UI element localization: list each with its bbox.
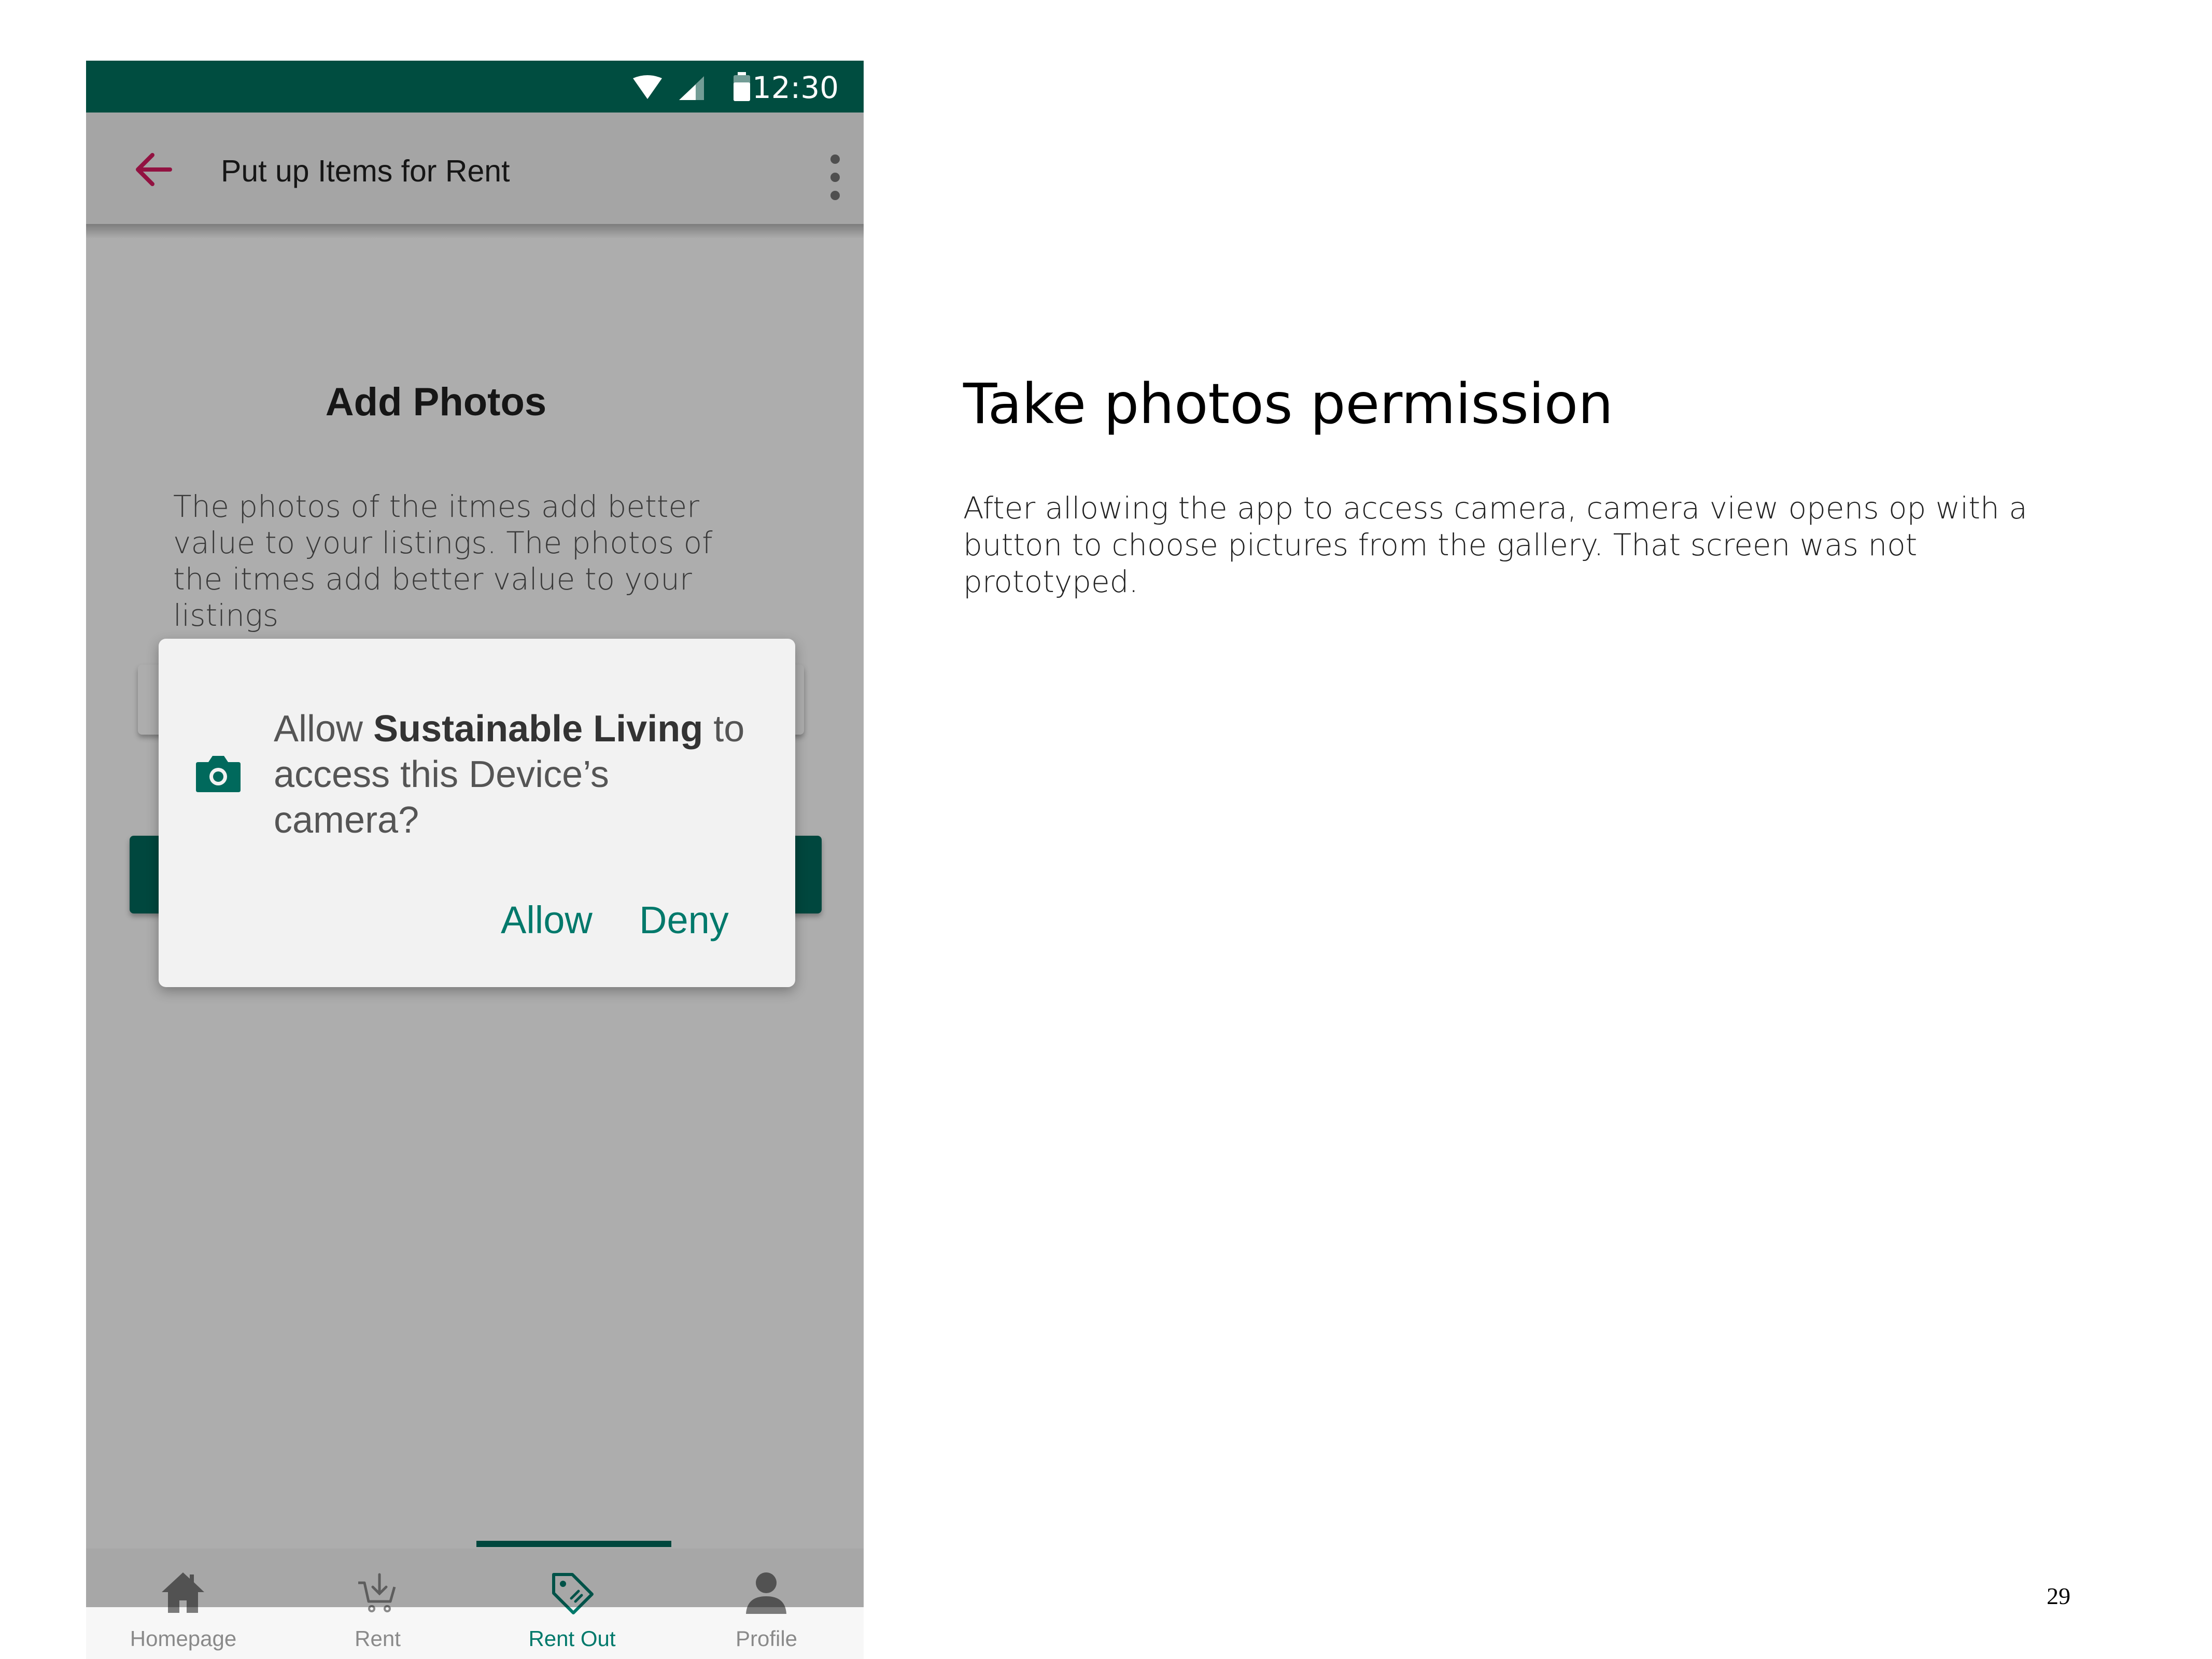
camera-icon (196, 756, 241, 792)
nav-label-rent: Rent (355, 1626, 401, 1651)
permission-prefix: Allow (274, 708, 374, 750)
nav-label-profile: Profile (735, 1626, 798, 1651)
cellular-signal-icon (679, 76, 704, 100)
phone-screen: 12:30 Put up Items for Rent Add Photos T… (86, 61, 864, 1659)
nav-label-homepage: Homepage (130, 1626, 237, 1651)
nav-label-rent-out: Rent Out (528, 1626, 616, 1651)
annotation-body: After allowing the app to access camera,… (963, 490, 2027, 599)
page-number: 29 (2047, 1583, 2070, 1609)
deny-button[interactable]: Deny (639, 898, 729, 942)
permission-message: Allow Sustainable Living to access this … (274, 706, 761, 843)
annotation-title: Take photos permission (963, 372, 1613, 437)
permission-app-name: Sustainable Living (373, 708, 703, 750)
status-bar: 12:30 (86, 61, 864, 113)
allow-button[interactable]: Allow (501, 898, 593, 942)
camera-permission-dialog: Allow Sustainable Living to access this … (159, 639, 795, 987)
status-time: 12:30 (752, 70, 839, 105)
battery-icon (734, 72, 750, 101)
wifi-icon (633, 75, 662, 99)
